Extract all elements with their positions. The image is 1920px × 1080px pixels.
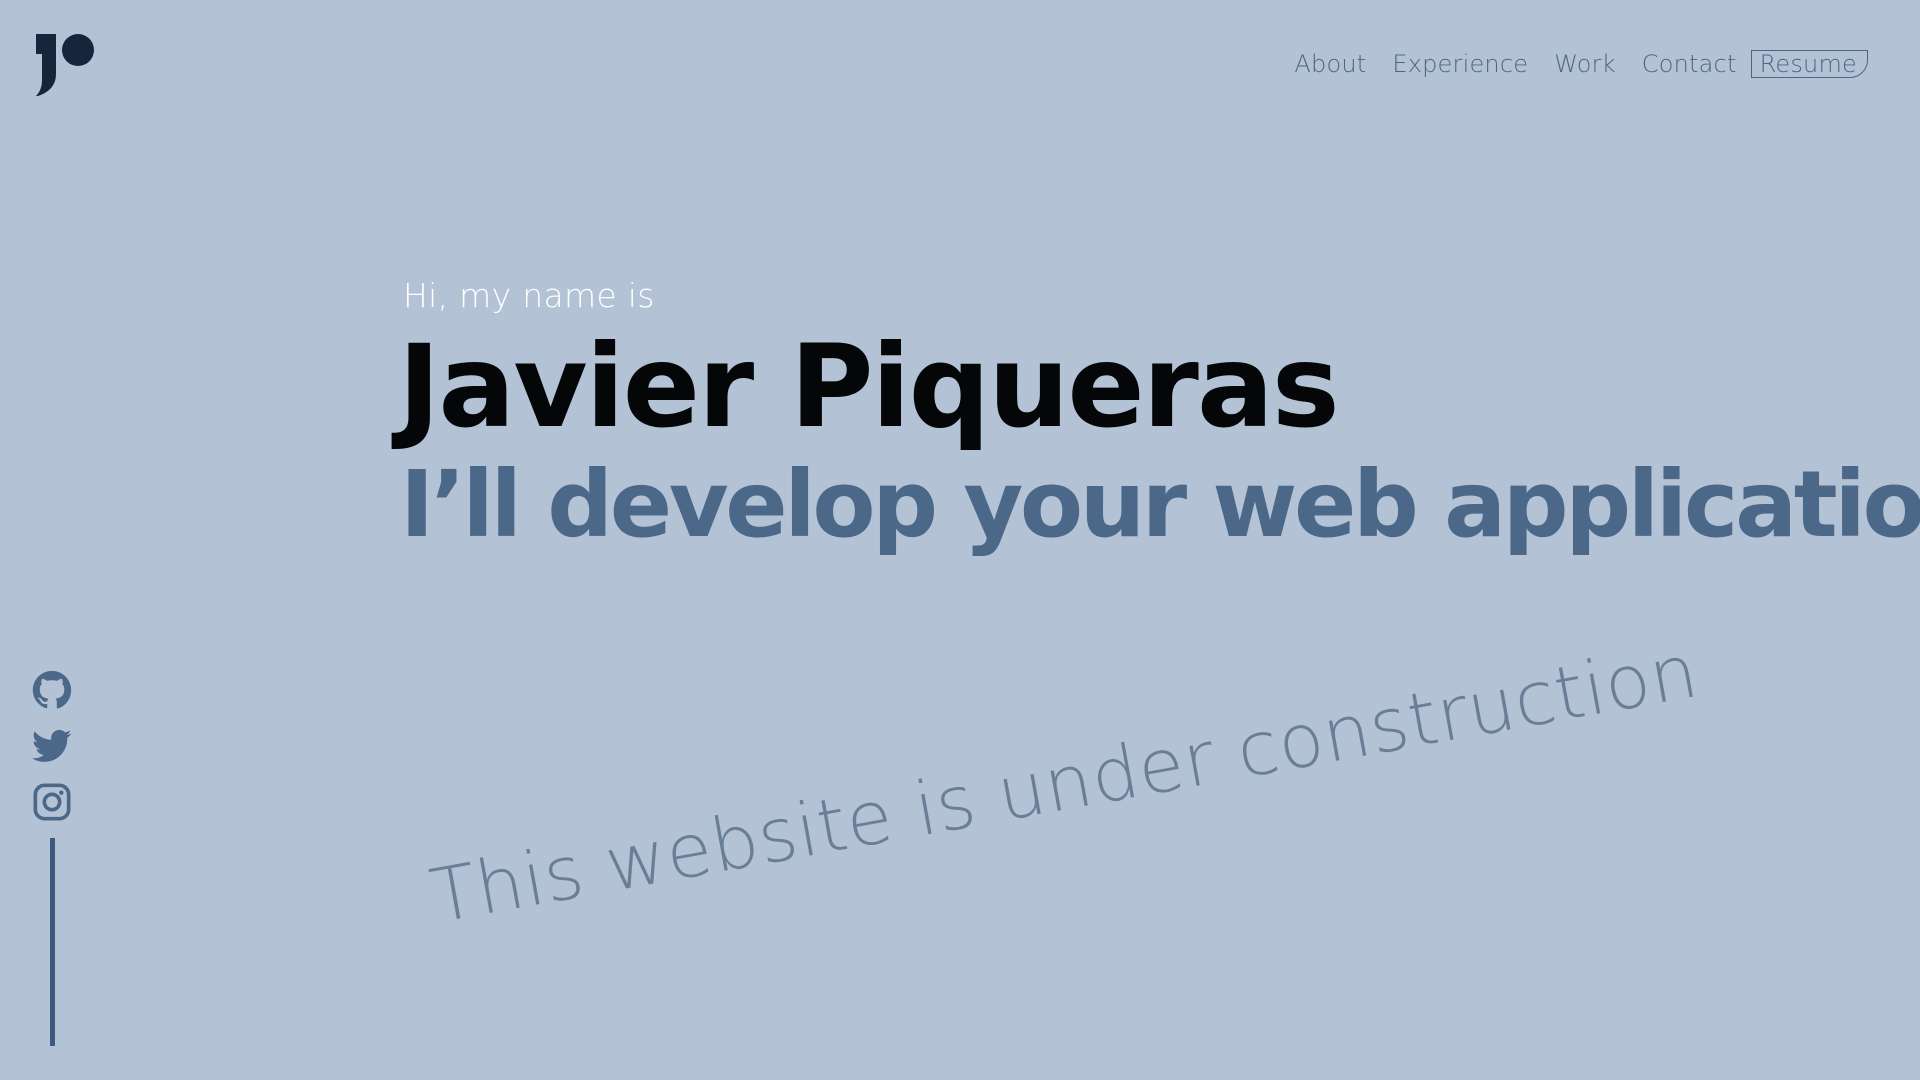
instagram-icon[interactable] [32,782,72,822]
hero-name: Javier Piqueras [398,320,1340,453]
nav-about-link[interactable]: About [1294,48,1366,80]
page: About Experience Work Contact Resume Hi,… [0,0,1920,1080]
twitter-icon[interactable] [32,726,72,766]
under-construction-notice: This website is under construction [424,628,1705,941]
social-divider-line [49,838,55,1046]
nav-contact-link[interactable]: Contact [1642,48,1737,80]
nav-experience-link[interactable]: Experience [1392,48,1528,80]
nav-work-link[interactable]: Work [1554,48,1616,80]
jp-logo-icon[interactable] [34,32,96,96]
top-nav: About Experience Work Contact Resume [1268,48,1868,80]
github-icon[interactable] [32,670,72,710]
resume-button[interactable]: Resume [1750,50,1868,78]
intro-text: Hi, my name is [403,276,655,315]
hero-tagline: I’ll develop your web application [400,451,1920,558]
social-sidebar [31,670,73,1046]
